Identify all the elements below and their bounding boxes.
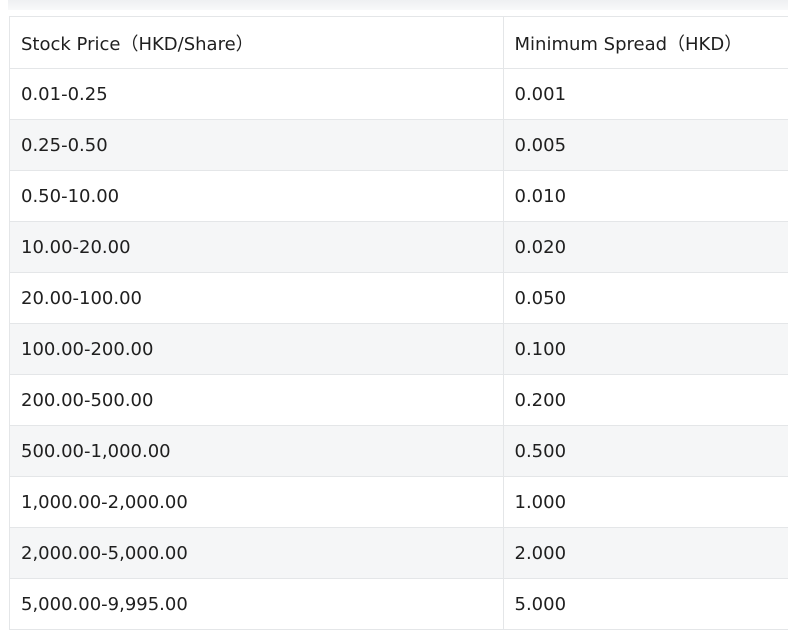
table-row: 2,000.00-5,000.00 2.000 xyxy=(10,527,788,579)
cell-minimum-spread: 1.000 xyxy=(503,476,788,528)
cell-minimum-spread: 0.200 xyxy=(503,374,788,426)
cell-stock-price: 0.50-10.00 xyxy=(10,170,504,222)
cell-stock-price: 1,000.00-2,000.00 xyxy=(10,476,504,528)
spread-table-container: Stock Price（HKD/Share） Minimum Spread（HK… xyxy=(9,16,788,630)
cell-stock-price: 200.00-500.00 xyxy=(10,374,504,426)
header-minimum-spread: Minimum Spread（HKD） xyxy=(503,17,788,69)
cell-minimum-spread: 2.000 xyxy=(503,527,788,579)
header-stock-price: Stock Price（HKD/Share） xyxy=(10,17,504,69)
cell-minimum-spread: 5.000 xyxy=(503,578,788,630)
top-divider xyxy=(8,0,788,10)
cell-stock-price: 5,000.00-9,995.00 xyxy=(10,578,504,630)
cell-minimum-spread: 0.050 xyxy=(503,272,788,324)
cell-stock-price: 2,000.00-5,000.00 xyxy=(10,527,504,579)
cell-stock-price: 500.00-1,000.00 xyxy=(10,425,504,477)
table-row: 1,000.00-2,000.00 1.000 xyxy=(10,476,788,528)
cell-stock-price: 10.00-20.00 xyxy=(10,221,504,273)
cell-minimum-spread: 0.010 xyxy=(503,170,788,222)
cell-stock-price: 0.25-0.50 xyxy=(10,119,504,171)
cell-stock-price: 0.01-0.25 xyxy=(10,68,504,120)
cell-minimum-spread: 0.020 xyxy=(503,221,788,273)
table-row: 0.50-10.00 0.010 xyxy=(10,170,788,222)
table-row: 5,000.00-9,995.00 5.000 xyxy=(10,578,788,630)
cell-stock-price: 100.00-200.00 xyxy=(10,323,504,375)
table-row: 100.00-200.00 0.100 xyxy=(10,323,788,375)
table-row: 500.00-1,000.00 0.500 xyxy=(10,425,788,477)
cell-stock-price: 20.00-100.00 xyxy=(10,272,504,324)
table-row: 20.00-100.00 0.050 xyxy=(10,272,788,324)
table-row: 0.25-0.50 0.005 xyxy=(10,119,788,171)
table-row: 0.01-0.25 0.001 xyxy=(10,68,788,120)
cell-minimum-spread: 0.001 xyxy=(503,68,788,120)
spread-table: Stock Price（HKD/Share） Minimum Spread（HK… xyxy=(10,17,788,630)
table-row: 10.00-20.00 0.020 xyxy=(10,221,788,273)
cell-minimum-spread: 0.100 xyxy=(503,323,788,375)
table-header-row: Stock Price（HKD/Share） Minimum Spread（HK… xyxy=(10,17,788,69)
table-row: 200.00-500.00 0.200 xyxy=(10,374,788,426)
cell-minimum-spread: 0.500 xyxy=(503,425,788,477)
cell-minimum-spread: 0.005 xyxy=(503,119,788,171)
